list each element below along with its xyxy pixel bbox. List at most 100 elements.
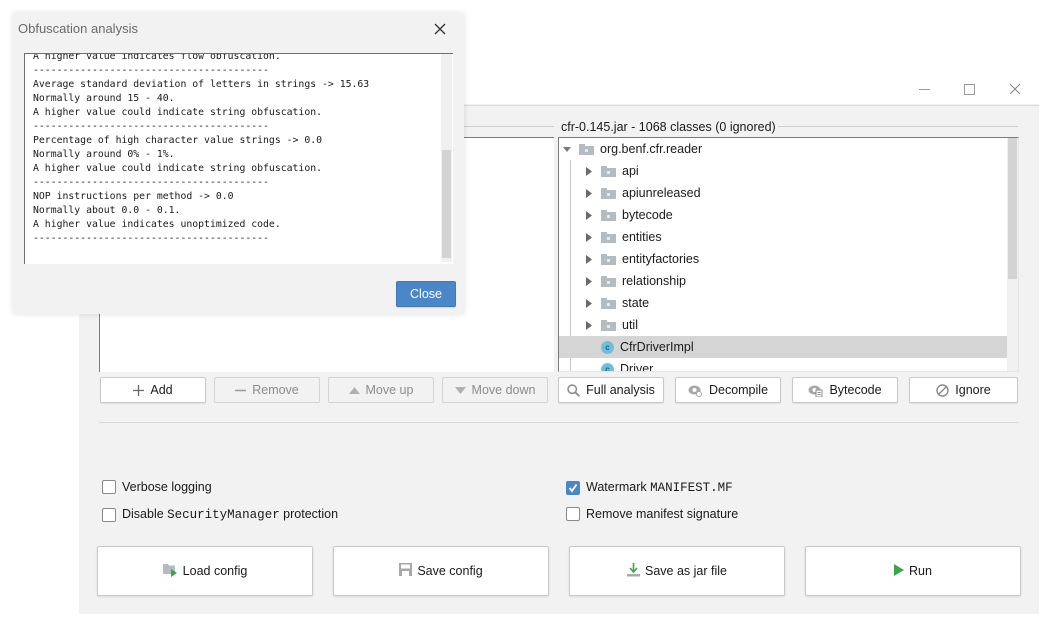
expand-arrow-icon[interactable] [584, 276, 594, 286]
collapse-arrow-icon[interactable] [562, 144, 572, 154]
tree-node-package[interactable]: relationship [559, 270, 1007, 292]
tree-node-class[interactable]: c CfrDriverImpl [559, 336, 1007, 358]
add-library-button[interactable]: Add [100, 377, 206, 403]
folder-icon [601, 319, 616, 331]
tree-node-package[interactable]: apiunreleased [559, 182, 1007, 204]
full-analysis-button[interactable]: Full analysis [558, 377, 664, 403]
triangle-up-icon [348, 386, 360, 394]
run-button[interactable]: Run [805, 546, 1021, 596]
analysis-text-line: ---------------------------------------- [33, 65, 269, 76]
save-as-jar-label: Save as jar file [645, 564, 727, 578]
disable-securitymanager-checkbox[interactable]: Disable SecurityManager protection [102, 507, 338, 522]
minimize-button[interactable] [904, 76, 944, 102]
folder-icon [579, 143, 594, 155]
close-icon [1009, 83, 1021, 95]
save-config-button[interactable]: Save config [333, 546, 549, 596]
close-button[interactable]: Close [396, 281, 456, 307]
expand-arrow-icon[interactable] [584, 298, 594, 308]
analysis-text-line: ---------------------------------------- [33, 177, 269, 188]
analysis-text-area[interactable]: A higher value indicates flow obfuscatio… [24, 53, 453, 264]
bytecode-button[interactable]: Bytecode [792, 377, 898, 403]
move-up-button[interactable]: Move up [328, 377, 434, 403]
play-icon [894, 563, 905, 579]
save-config-label: Save config [417, 564, 483, 578]
tree-node-package[interactable]: state [559, 292, 1007, 314]
tree-node-package[interactable]: util [559, 314, 1007, 336]
expand-arrow-icon[interactable] [584, 166, 594, 176]
triangle-down-icon [454, 386, 466, 394]
folder-icon [601, 209, 616, 221]
tree-node-label: bytecode [622, 208, 673, 222]
tree-node-label: CfrDriverImpl [620, 340, 694, 354]
checkbox-label: Watermark MANIFEST.MF [586, 480, 733, 495]
tree-node-label: entityfactories [622, 252, 700, 266]
checkbox-box[interactable] [102, 507, 116, 522]
analysis-text-line: NOP instructions per method -> 0.0 [33, 191, 234, 202]
load-folder-icon [162, 563, 178, 580]
dialog-title: Obfuscation analysis [18, 21, 138, 36]
remove-manifest-signature-checkbox[interactable]: Remove manifest signature [566, 507, 738, 521]
tree-node-class[interactable]: c Driver [559, 358, 1007, 371]
tree-node-package[interactable]: entities [559, 226, 1007, 248]
folder-icon [601, 165, 616, 177]
remove-label: Remove [252, 383, 299, 397]
tree-node-label: relationship [622, 274, 686, 288]
tree-node-root[interactable]: org.benf.cfr.reader [559, 138, 1007, 160]
checkbox-box[interactable] [566, 507, 580, 521]
minus-icon [235, 385, 247, 396]
dialog-scrollbar[interactable] [441, 54, 452, 262]
load-config-label: Load config [182, 564, 248, 578]
ignore-label: Ignore [955, 383, 991, 397]
decompile-button[interactable]: Decompile [675, 377, 781, 403]
bytecode-label: Bytecode [829, 383, 882, 397]
checkbox-box[interactable] [102, 480, 116, 494]
close-icon [434, 23, 446, 35]
analysis-text-line: A higher value indicates flow obfuscatio… [33, 53, 281, 62]
analysis-text-line: A higher value could indicate string obf… [33, 163, 323, 174]
tree-scrollbar-thumb[interactable] [1008, 138, 1017, 279]
class-icon: c [601, 340, 614, 354]
dialog-close-button[interactable] [429, 19, 451, 39]
class-icon: c [601, 362, 614, 371]
classes-group-title: cfr-0.145.jar - 1068 classes (0 ignored) [560, 120, 778, 134]
tree-node-package[interactable]: entityfactories [559, 248, 1007, 270]
checkbox-label: Disable SecurityManager protection [122, 507, 339, 522]
move-down-label: Move down [471, 383, 536, 397]
tree-node-label: org.benf.cfr.reader [600, 142, 703, 156]
analysis-text-line: Percentage of high character value strin… [33, 135, 323, 146]
analysis-text-line: A higher value could indicate string obf… [33, 107, 323, 118]
tree-node-package[interactable]: api [559, 160, 1007, 182]
ignore-button[interactable]: Ignore [909, 377, 1018, 403]
full-analysis-label: Full analysis [586, 383, 655, 397]
analysis-text-line: Normally around 0% - 1%. [33, 149, 175, 160]
maximize-icon [963, 83, 975, 95]
remove-library-button[interactable]: Remove [214, 377, 320, 403]
load-config-button[interactable]: Load config [97, 546, 313, 596]
checkbox-label: Remove manifest signature [586, 507, 739, 521]
plus-icon [133, 384, 145, 396]
expand-arrow-icon[interactable] [584, 188, 594, 198]
minimize-icon [918, 88, 930, 90]
checkbox-box-checked[interactable] [566, 480, 580, 495]
expand-arrow-icon[interactable] [584, 320, 594, 330]
class-tree[interactable]: org.benf.cfr.reader api apiunreleased byte… [558, 137, 1019, 372]
expand-arrow-icon[interactable] [584, 232, 594, 242]
search-icon [567, 383, 581, 397]
dialog-scrollbar-thumb[interactable] [442, 150, 451, 258]
folder-icon [601, 231, 616, 243]
bytecode-icon [808, 384, 823, 397]
verbose-logging-checkbox[interactable]: Verbose logging [102, 480, 212, 494]
expand-arrow-icon[interactable] [584, 254, 594, 264]
save-as-jar-button[interactable]: Save as jar file [569, 546, 785, 596]
move-down-button[interactable]: Move down [442, 377, 548, 403]
tree-node-label: entities [622, 230, 662, 244]
tree-scrollbar[interactable] [1007, 138, 1018, 371]
floppy-icon [399, 563, 413, 579]
maximize-button[interactable] [949, 76, 989, 102]
close-window-button[interactable] [995, 76, 1035, 102]
tree-node-label: apiunreleased [622, 186, 701, 200]
tree-node-package[interactable]: bytecode [559, 204, 1007, 226]
watermark-manifest-checkbox[interactable]: Watermark MANIFEST.MF [566, 480, 733, 495]
expand-arrow-icon[interactable] [584, 210, 594, 220]
